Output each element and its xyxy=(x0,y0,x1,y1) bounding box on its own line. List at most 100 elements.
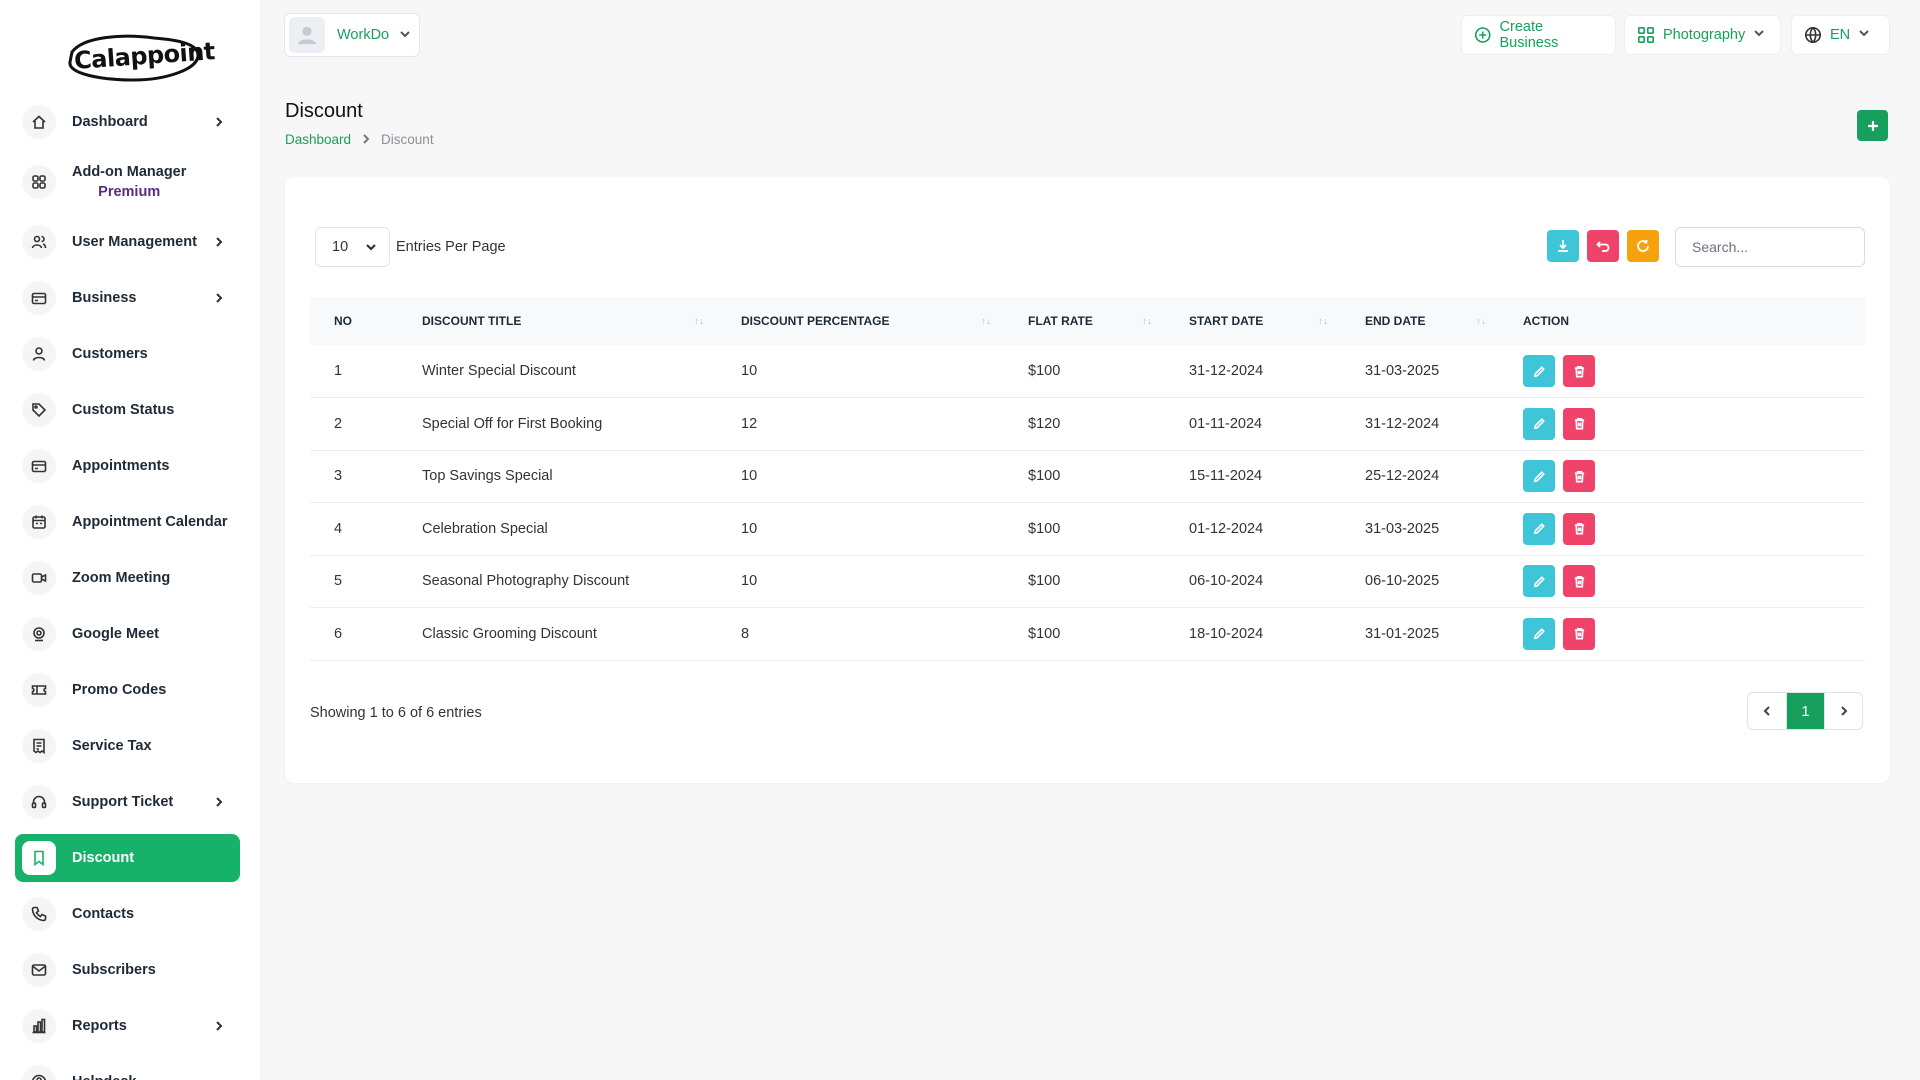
mail-icon xyxy=(22,953,56,987)
sidebar-item-appointment-calendar[interactable]: Appointment Calendar xyxy=(15,498,240,546)
language-select[interactable]: EN xyxy=(1791,15,1890,55)
delete-button[interactable] xyxy=(1563,355,1595,387)
plus-circle-icon xyxy=(1474,27,1491,43)
download-icon xyxy=(1558,240,1568,252)
column-header: NO xyxy=(310,297,398,345)
entries-label: Entries Per Page xyxy=(396,239,506,255)
table-cell: 31-12-2024 xyxy=(1165,345,1341,398)
trash-icon xyxy=(1574,418,1584,430)
video-icon xyxy=(22,561,56,595)
sidebar-item-support-ticket[interactable]: Support Ticket xyxy=(15,778,240,826)
page-button-current[interactable]: 1 xyxy=(1786,693,1824,729)
sidebar-item-google-meet[interactable]: Google Meet xyxy=(15,610,240,658)
sidebar-item-zoom-meeting[interactable]: Zoom Meeting xyxy=(15,554,240,602)
table-cell: 06-10-2024 xyxy=(1165,555,1341,608)
next-page-button[interactable] xyxy=(1824,693,1862,729)
home-icon xyxy=(22,105,56,139)
table-cell: Seasonal Photography Discount xyxy=(398,555,717,608)
search-input[interactable] xyxy=(1675,227,1865,267)
sidebar-item-label: Subscribers xyxy=(72,962,156,978)
sidebar-item-subscribers[interactable]: Subscribers xyxy=(15,946,240,994)
sidebar-item-dashboard[interactable]: Dashboard xyxy=(15,98,240,146)
pagination: 1 xyxy=(1747,692,1863,730)
chevron-down-icon xyxy=(1858,27,1870,43)
sidebar-item-custom-status[interactable]: Custom Status xyxy=(15,386,240,434)
action-cell xyxy=(1499,502,1865,556)
trash-icon xyxy=(1574,628,1584,640)
business-select[interactable]: Photography xyxy=(1624,15,1781,55)
table-cell: $100 xyxy=(1004,502,1165,556)
sort-icon: ↑↓ xyxy=(1142,316,1153,326)
plus-icon xyxy=(1867,120,1878,131)
reset-button[interactable] xyxy=(1587,230,1619,262)
delete-button[interactable] xyxy=(1563,407,1595,440)
edit-button[interactable] xyxy=(1523,407,1555,440)
edit-button[interactable] xyxy=(1523,460,1555,493)
pencil-icon xyxy=(1533,365,1545,377)
action-cell xyxy=(1499,345,1865,398)
chart-icon xyxy=(22,1009,56,1043)
column-header[interactable]: DISCOUNT TITLE ↑↓ xyxy=(398,297,717,345)
sidebar-item-helpdesk[interactable]: Helpdesk xyxy=(15,1058,240,1080)
column-header[interactable]: DISCOUNT PERCENTAGE ↑↓ xyxy=(717,297,1004,345)
table-cell: 4 xyxy=(310,502,398,556)
globe-icon xyxy=(1804,26,1822,44)
sidebar-item-label: Customers xyxy=(72,346,148,362)
edit-button[interactable] xyxy=(1523,565,1555,598)
sort-icon: ↑↓ xyxy=(981,316,992,326)
delete-button[interactable] xyxy=(1563,617,1595,650)
add-discount-button[interactable] xyxy=(1857,110,1888,141)
sidebar-item-business[interactable]: Business xyxy=(15,274,240,322)
column-header-label: DISCOUNT PERCENTAGE xyxy=(741,314,890,328)
entries-select[interactable]: 10 xyxy=(315,227,390,267)
row-actions xyxy=(1523,512,1865,545)
breadcrumb: Dashboard Discount xyxy=(285,132,434,147)
sidebar-item-user-management[interactable]: User Management xyxy=(15,218,240,266)
delete-button[interactable] xyxy=(1563,565,1595,598)
sidebar-item-label-group: Add-on Manager Premium xyxy=(72,164,186,200)
sidebar-item-contacts[interactable]: Contacts xyxy=(15,890,240,938)
apps-icon xyxy=(1637,26,1655,44)
table-row: 2 Special Off for First Booking 12 $120 01-1… xyxy=(310,397,1865,451)
sidebar-item-discount[interactable]: Discount xyxy=(15,834,240,882)
sidebar-item-add-on-manager[interactable]: Add-on Manager Premium xyxy=(15,154,240,210)
sidebar-item-service-tax[interactable]: Service Tax xyxy=(15,722,240,770)
edit-button[interactable] xyxy=(1523,512,1555,545)
table-cell: 10 xyxy=(717,450,1004,503)
column-header[interactable]: START DATE ↑↓ xyxy=(1165,297,1341,345)
sidebar-item-customers[interactable]: Customers xyxy=(15,330,240,378)
chevron-down-icon xyxy=(399,27,411,43)
prev-page-button[interactable] xyxy=(1748,693,1786,729)
export-button[interactable] xyxy=(1547,230,1579,262)
table-cell: 8 xyxy=(717,607,1004,661)
sidebar-item-label: Custom Status xyxy=(72,402,175,418)
column-header[interactable]: END DATE ↑↓ xyxy=(1341,297,1499,345)
reload-button[interactable] xyxy=(1627,230,1659,262)
create-business-button[interactable]: Create Business xyxy=(1461,15,1616,55)
workspace-switcher[interactable]: WorkDo xyxy=(284,13,420,57)
sidebar-item-appointments[interactable]: Appointments xyxy=(15,442,240,490)
table-cell: Top Savings Special xyxy=(398,450,717,503)
column-header[interactable]: FLAT RATE ↑↓ xyxy=(1004,297,1165,345)
delete-button[interactable] xyxy=(1563,512,1595,545)
sidebar-item-label: Business xyxy=(72,290,137,306)
table-cell: Winter Special Discount xyxy=(398,345,717,398)
person-icon xyxy=(297,26,317,45)
column-header-label: DISCOUNT TITLE xyxy=(422,314,522,328)
premium-badge: Premium xyxy=(98,184,161,200)
briefcase-icon xyxy=(22,281,56,315)
sidebar-item-promo-codes[interactable]: Promo Codes xyxy=(15,666,240,714)
table-cell: 10 xyxy=(717,555,1004,608)
brand-logo[interactable]: Calappoint xyxy=(64,30,216,86)
table-cell: 10 xyxy=(717,345,1004,398)
edit-button[interactable] xyxy=(1523,355,1555,387)
breadcrumb-dashboard-link[interactable]: Dashboard xyxy=(285,132,351,147)
table-cell: Special Off for First Booking xyxy=(398,397,717,451)
table-cell: 2 xyxy=(310,397,398,451)
sidebar-item-reports[interactable]: Reports xyxy=(15,1002,240,1050)
edit-button[interactable] xyxy=(1523,617,1555,650)
pencil-icon xyxy=(1533,418,1545,430)
delete-button[interactable] xyxy=(1563,460,1595,493)
ticket-icon xyxy=(22,673,56,707)
column-header-label: END DATE xyxy=(1365,314,1426,328)
